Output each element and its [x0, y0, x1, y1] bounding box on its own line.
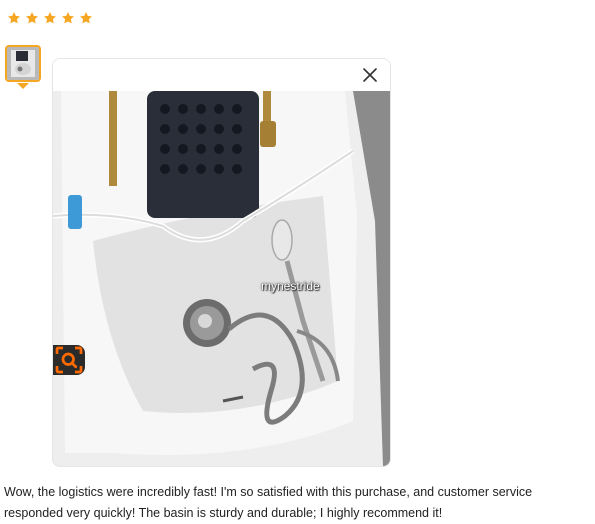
- viewer-header: [53, 59, 390, 91]
- star-icon: [80, 12, 92, 24]
- review-photo-thumbnail[interactable]: [5, 45, 41, 82]
- close-button[interactable]: [360, 65, 380, 85]
- review-photo: mynestride: [53, 91, 390, 466]
- star-icon: [44, 12, 56, 24]
- image-search-icon: [55, 346, 83, 374]
- image-search-button[interactable]: [53, 345, 85, 375]
- thumbnail-selected-indicator: [17, 83, 29, 89]
- star-icon: [8, 12, 20, 24]
- review-text: Wow, the logistics were incredibly fast!…: [4, 485, 533, 520]
- photo-viewer: mynestride: [52, 58, 391, 467]
- close-icon: [363, 68, 377, 82]
- watermark: mynestride: [261, 279, 320, 293]
- star-icon: [26, 12, 38, 24]
- thumbnail-image: [7, 47, 39, 80]
- star-icon: [62, 12, 74, 24]
- star-rating: [7, 11, 93, 25]
